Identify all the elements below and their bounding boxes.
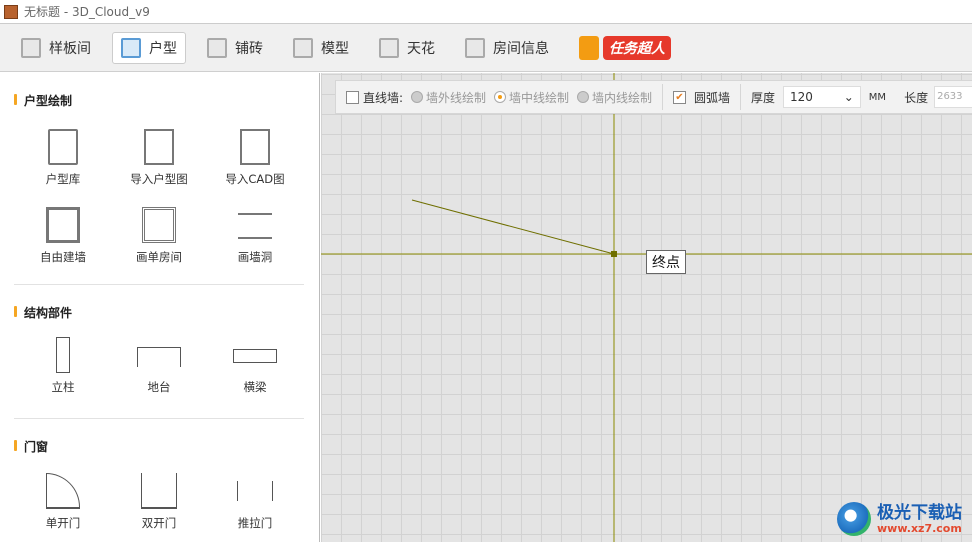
arc-wall-checkbox[interactable]: ✔ (672, 90, 686, 104)
length-input[interactable]: 2633 (934, 86, 972, 108)
wall-line-preview (411, 199, 615, 255)
divider (661, 84, 663, 110)
radio-inner-line[interactable] (576, 91, 589, 103)
length-label: 长度 (904, 90, 929, 105)
radio-outer-line[interactable] (411, 91, 423, 103)
radio-label: 墙内线绘制 (591, 90, 652, 105)
radio-label: 墙外线绘制 (425, 90, 486, 105)
endpoint-tooltip: 终点 (646, 250, 686, 274)
chevron-down-icon: ⌄ (843, 90, 854, 104)
straight-wall-checkbox[interactable] (346, 90, 359, 104)
thickness-select[interactable]: 120 ⌄ (782, 86, 861, 108)
straight-wall-label: 直线墙: (362, 90, 404, 105)
watermark-url: www.xz7.com (877, 521, 962, 535)
unit-label: MM (868, 91, 887, 103)
radio-label: 墙中线绘制 (508, 90, 569, 105)
wall-options-bar: 直线墙: 墙外线绘制 墙中线绘制 墙内线绘制 ✔ 圆弧墙 厚度 120 ⌄ MM … (335, 80, 972, 114)
endpoint-handle[interactable] (611, 251, 617, 257)
thickness-label: 厚度 (750, 90, 775, 105)
watermark: 极光下载站 www.xz7.com (837, 502, 962, 536)
watermark-logo-icon (837, 502, 871, 536)
watermark-name: 极光下载站 (877, 502, 962, 523)
arc-wall-label: 圆弧墙 (693, 90, 730, 105)
radio-center-line[interactable] (494, 91, 506, 103)
divider (739, 84, 741, 110)
thickness-value: 120 (789, 90, 813, 104)
